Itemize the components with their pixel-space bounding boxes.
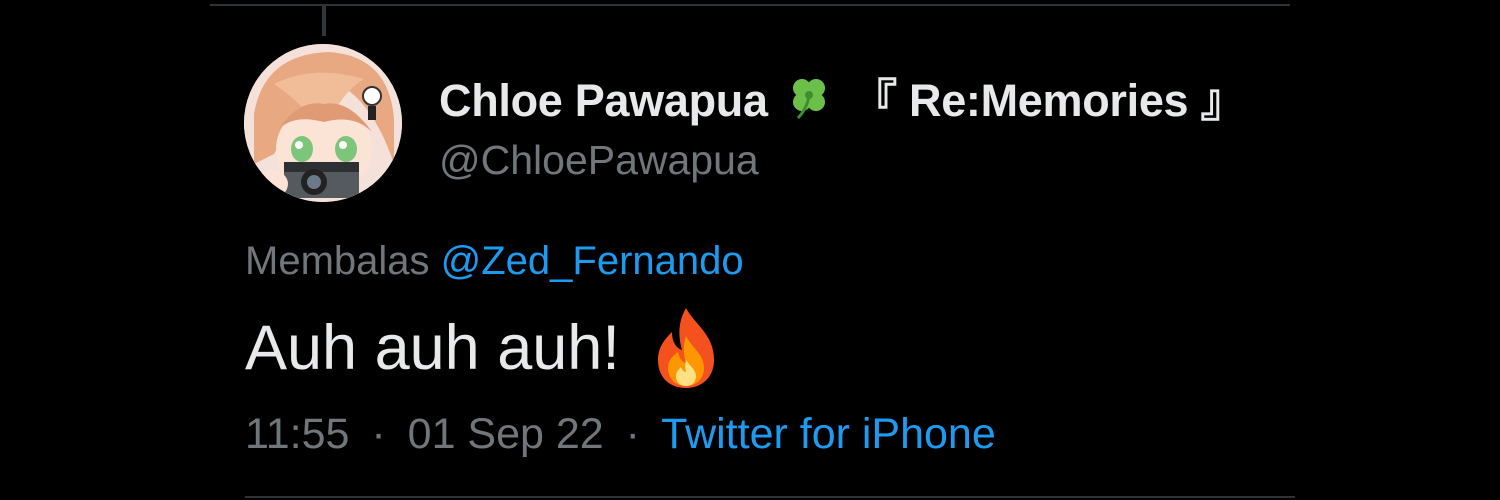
tweet-text: Auh auh auh! [245, 306, 724, 390]
avatar-image [244, 44, 402, 202]
four-leaf-clover-icon [792, 79, 825, 120]
username[interactable]: @ChloePawapua [439, 137, 759, 184]
reply-mention-link[interactable]: @Zed_Fernando [441, 239, 744, 283]
tweet-source-link[interactable]: Twitter for iPhone [661, 410, 996, 458]
avatar[interactable] [244, 44, 402, 202]
display-name-text: Chloe Pawapua [439, 75, 768, 126]
meta-separator: · [371, 410, 386, 458]
reply-context: Membalas @Zed_Fernando [245, 239, 744, 284]
reply-prefix: Membalas [245, 239, 430, 283]
display-name[interactable]: Chloe Pawapua 『 Re:Memories 』 [439, 64, 1246, 129]
display-name-suffix: 『 Re:Memories 』 [852, 75, 1246, 126]
tweet-date[interactable]: 01 Sep 22 [408, 410, 604, 458]
top-divider [210, 4, 1290, 6]
bottom-divider [245, 496, 1295, 498]
meta-separator: · [625, 410, 640, 458]
fire-icon [657, 308, 714, 388]
tweet-time[interactable]: 11:55 [245, 410, 349, 458]
tweet-meta: 11:55 · 01 Sep 22 · Twitter for iPhone [245, 410, 996, 459]
tweet-text-content: Auh auh auh! [245, 313, 620, 383]
thread-connector-line [322, 6, 326, 36]
